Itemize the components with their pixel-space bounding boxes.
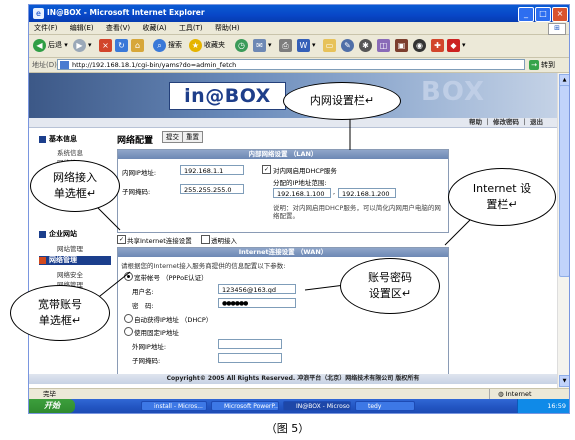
callout-net-access: 网络接入 单选框↵	[30, 160, 120, 212]
callout-internet: Internet 设 置栏↵	[448, 168, 556, 226]
figure-caption: （图 5）	[265, 422, 310, 435]
net-access-callout-pointer	[94, 204, 121, 231]
callout-lan: 内网设置栏↵	[283, 82, 401, 120]
callout-account: 账号密码 设置区↵	[340, 258, 440, 314]
callout-broadband: 宽带账号 单选框↵	[10, 285, 110, 341]
account-callout-pointer	[304, 284, 346, 291]
internet-callout-pointer	[444, 219, 471, 246]
